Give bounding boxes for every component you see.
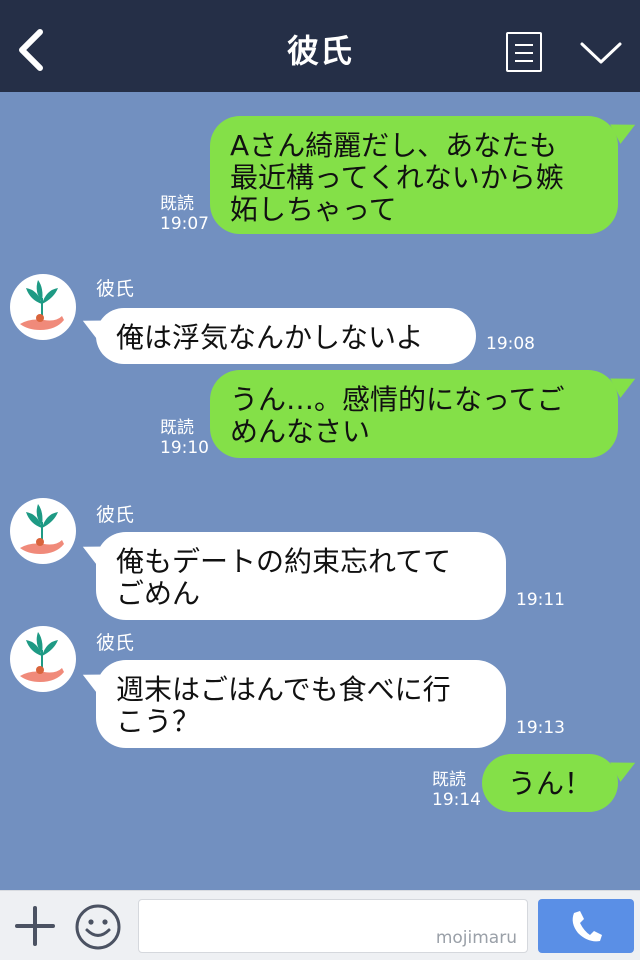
message-bubble[interactable]: うん…。感情的になってご めんなさい [210, 370, 618, 458]
chat-title: 彼氏 [286, 32, 353, 70]
watermark: mojimaru [435, 928, 517, 948]
avatar[interactable] [10, 274, 76, 340]
message-bubble[interactable]: 俺もデートの約束忘れてて ごめん [96, 532, 506, 620]
message-line: Aさん綺麗だし、あなたも [230, 129, 558, 162]
avatar[interactable] [10, 498, 76, 564]
message-line: 最近構ってくれないから嫉 [230, 161, 564, 194]
sender-name: 彼氏 [96, 278, 135, 300]
message-time: 19:08 [486, 334, 535, 354]
message-line: ごめん [116, 577, 201, 610]
message-line: 俺は浮気なんかしないよ [116, 321, 424, 354]
chevron-down-icon[interactable] [578, 38, 624, 68]
sender-name: 彼氏 [96, 504, 135, 526]
plus-icon[interactable] [14, 905, 56, 947]
message-time: 19:07 [160, 214, 209, 234]
phone-icon [572, 911, 602, 942]
plant-icon [20, 504, 64, 554]
message-bubble[interactable]: うん！ [482, 754, 618, 812]
message-time: 19:11 [516, 590, 565, 610]
read-status: 既読 [160, 418, 194, 438]
avatar[interactable] [10, 626, 76, 692]
plant-icon [20, 632, 64, 682]
smiley-icon[interactable] [74, 903, 122, 951]
message-bubble[interactable]: 週末はごはんでも食べに行 こう？ [96, 660, 506, 748]
message-line: うん…。感情的になってご [230, 383, 565, 416]
message-line: うん！ [507, 767, 592, 800]
call-button[interactable] [538, 899, 634, 953]
read-status: 既読 [432, 770, 466, 790]
chat-header: 彼氏 [0, 0, 640, 92]
message-input[interactable]: mojimaru [138, 899, 528, 953]
list-icon[interactable] [506, 32, 542, 72]
sender-name: 彼氏 [96, 632, 135, 654]
message-line: 俺もデートの約束忘れてて [116, 545, 452, 578]
message-time: 19:10 [160, 438, 209, 458]
message-time: 19:13 [516, 718, 565, 738]
message-line: 週末はごはんでも食べに行 [116, 673, 451, 706]
plant-icon [20, 280, 64, 330]
message-list[interactable]: 既読 19:07 Aさん綺麗だし、あなたも 最近構ってくれないから嫉 妬しちゃっ… [0, 92, 640, 890]
message-bubble[interactable]: Aさん綺麗だし、あなたも 最近構ってくれないから嫉 妬しちゃって [210, 116, 618, 234]
message-composer: mojimaru [0, 890, 640, 960]
message-bubble[interactable]: 俺は浮気なんかしないよ [96, 308, 476, 364]
read-status: 既読 [160, 194, 194, 214]
message-time: 19:14 [432, 790, 481, 810]
message-line: こう？ [116, 705, 201, 738]
message-line: めんなさい [230, 415, 371, 448]
message-line: 妬しちゃって [230, 193, 397, 226]
